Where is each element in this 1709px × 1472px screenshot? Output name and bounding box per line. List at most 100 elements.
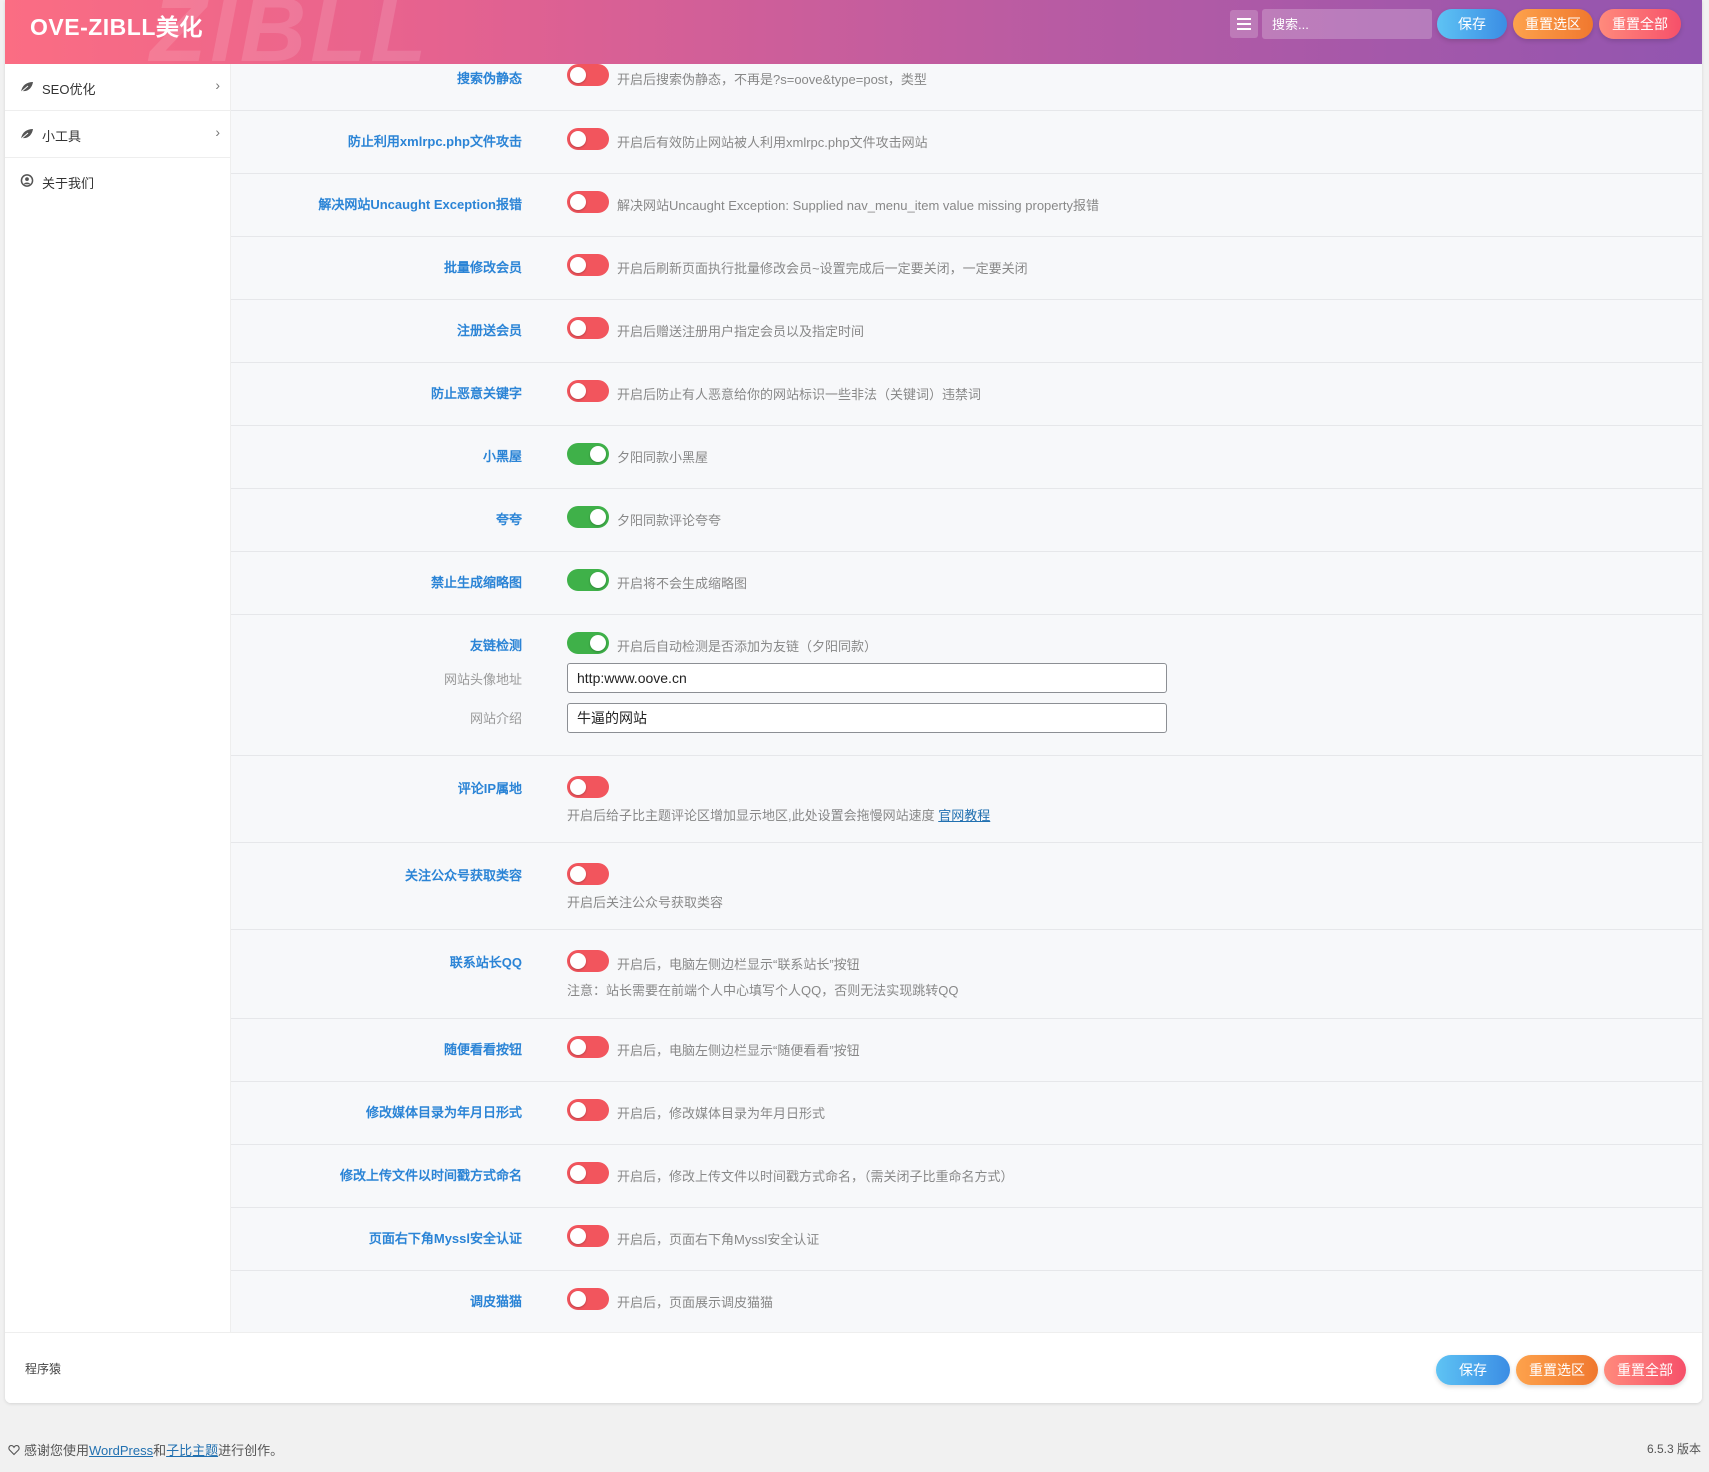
options-header: ZIBLL OVE-ZIBLL美化 保存 重置选区 重置全部 <box>5 0 1702 81</box>
setting-row-myssl: 页面右下角Myssl安全认证 开启后，页面右下角Myssl安全认证 <box>231 1208 1702 1271</box>
cat-toggle[interactable] <box>567 1288 609 1310</box>
setting-description: 开启后刷新页面执行批量修改会员~设置完成后一定要关闭，一定要关闭 <box>617 261 1028 276</box>
setting-row-friend-link: 友链检测 开启后自动检测是否添加为友链（夕阳同款） 网站头像地址 网站介绍 <box>231 615 1702 756</box>
reset-all-button[interactable]: 重置全部 <box>1599 9 1681 39</box>
setting-row-random-view: 随便看看按钮 开启后，电脑左侧边栏显示“随便看看”按钮 <box>231 1019 1702 1082</box>
footer-reset-all-button[interactable]: 重置全部 <box>1604 1355 1686 1385</box>
setting-row-bad-keywords: 防止恶意关键字 开启后防止有人恶意给你的网站标识一些非法（关键词）违禁词 <box>231 363 1702 426</box>
wp-footer-credit: 感谢您使用WordPress和子比主题进行创作。 <box>8 1440 283 1459</box>
app-title: OVE-ZIBLL美化 <box>30 14 203 40</box>
sidebar-item-label: 关于我们 <box>42 176 95 191</box>
setting-description: 开启后有效防止网站被人利用xmlrpc.php文件攻击网站 <box>617 135 928 150</box>
setting-description: 开启后，修改媒体目录为年月日形式 <box>617 1106 826 1121</box>
sidebar-item-tools[interactable]: 小工具 › <box>5 111 230 158</box>
setting-row-contact-qq: 联系站长QQ 开启后，电脑左侧边栏显示“联系站长”按钮 注意：站长需要在前端个人… <box>231 930 1702 1019</box>
setting-row-blackroom: 小黑屋 夕阳同款小黑屋 <box>231 426 1702 489</box>
setting-label: 防止恶意关键字 <box>430 386 522 401</box>
setting-label: 注册送会员 <box>456 323 522 338</box>
setting-note: 注意：站长需要在前端个人中心填写个人QQ，否则无法实现跳转QQ <box>567 983 959 998</box>
setting-description: 开启后，电脑左侧边栏显示“随便看看”按钮 <box>617 1043 860 1058</box>
setting-row-comment-ip: 评论IP属地 开启后给子比主题评论区增加显示地区,此处设置会拖慢网站速度 官网教… <box>231 756 1702 843</box>
options-footer: 程序猿 保存 重置选区 重置全部 <box>5 1332 1702 1403</box>
setting-row-batch-member: 批量修改会员 开启后刷新页面执行批量修改会员~设置完成后一定要关闭，一定要关闭 <box>231 237 1702 300</box>
save-button[interactable]: 保存 <box>1437 9 1507 39</box>
setting-label: 评论IP属地 <box>457 781 522 796</box>
settings-content: 搜索伪静态 开启后搜索伪静态，不再是?s=oove&type=post，类型 防… <box>231 64 1702 1332</box>
bad-keywords-toggle[interactable] <box>567 380 609 402</box>
uncaught-toggle[interactable] <box>567 191 609 213</box>
setting-label: 批量修改会员 <box>443 260 522 275</box>
setting-row-kuakua: 夸夸 夕阳同款评论夸夸 <box>231 489 1702 552</box>
wordpress-link[interactable]: WordPress <box>89 1443 153 1458</box>
leaf-icon <box>20 82 33 93</box>
sidebar-item-seo[interactable]: SEO优化 › <box>5 64 230 111</box>
options-panel: ZIBLL OVE-ZIBLL美化 保存 重置选区 重置全部 SEO优化 › 小… <box>5 0 1702 1403</box>
search-input[interactable] <box>1262 9 1432 39</box>
setting-label: 小黑屋 <box>482 449 522 464</box>
blackroom-toggle[interactable] <box>567 443 609 465</box>
setting-row-search-static: 搜索伪静态 开启后搜索伪静态，不再是?s=oove&type=post，类型 <box>231 64 1702 111</box>
setting-row-xmlrpc: 防止利用xmlrpc.php文件攻击 开启后有效防止网站被人利用xmlrpc.p… <box>231 111 1702 174</box>
setting-description: 开启后自动检测是否添加为友链（夕阳同款） <box>617 639 878 654</box>
avatar-url-field[interactable] <box>567 663 1167 693</box>
myssl-toggle[interactable] <box>567 1225 609 1247</box>
setting-label: 修改媒体目录为年月日形式 <box>365 1105 522 1120</box>
xmlrpc-toggle[interactable] <box>567 128 609 150</box>
setting-description: 开启后，修改上传文件以时间戳方式命名，（需关闭子比重命名方式） <box>617 1169 1014 1184</box>
random-view-toggle[interactable] <box>567 1036 609 1058</box>
comment-ip-toggle[interactable] <box>567 776 609 798</box>
setting-label: 禁止生成缩略图 <box>430 575 522 590</box>
contact-qq-toggle[interactable] <box>567 950 609 972</box>
setting-description: 开启后，电脑左侧边栏显示“联系站长”按钮 <box>617 957 860 972</box>
setting-description: 开启将不会生成缩略图 <box>617 576 748 591</box>
friend-link-toggle[interactable] <box>567 632 609 654</box>
setting-label: 友链检测 <box>469 638 522 653</box>
chevron-right-icon: › <box>215 77 220 93</box>
register-member-toggle[interactable] <box>567 317 609 339</box>
kuakua-toggle[interactable] <box>567 506 609 528</box>
upload-timestamp-toggle[interactable] <box>567 1162 609 1184</box>
setting-description: 夕阳同款小黑屋 <box>617 450 709 465</box>
setting-row-uncaught: 解决网站Uncaught Exception报错 解决网站Uncaught Ex… <box>231 174 1702 237</box>
setting-row-no-thumb: 禁止生成缩略图 开启将不会生成缩略图 <box>231 552 1702 615</box>
site-intro-field[interactable] <box>567 703 1167 733</box>
batch-member-toggle[interactable] <box>567 254 609 276</box>
media-dir-toggle[interactable] <box>567 1099 609 1121</box>
wechat-follow-toggle[interactable] <box>567 863 609 885</box>
setting-label: 修改上传文件以时间戳方式命名 <box>339 1168 522 1183</box>
sidebar-item-label: SEO优化 <box>42 82 96 97</box>
chevron-right-icon: › <box>215 124 220 140</box>
sidebar-item-about[interactable]: 关于我们 <box>5 158 230 204</box>
setting-label: 搜索伪静态 <box>456 71 522 86</box>
setting-label: 夸夸 <box>495 512 522 527</box>
expand-all-button[interactable] <box>1230 10 1258 38</box>
avatar-url-label: 网站头像地址 <box>443 672 522 687</box>
footer-brand: 程序猿 <box>25 1362 62 1376</box>
setting-row-register-member: 注册送会员 开启后赠送注册用户指定会员以及指定时间 <box>231 300 1702 363</box>
site-intro-label: 网站介绍 <box>469 711 522 726</box>
heart-icon <box>8 1444 20 1456</box>
tutorial-link[interactable]: 官网教程 <box>938 808 990 823</box>
setting-label: 页面右下角Myssl安全认证 <box>368 1231 522 1246</box>
footer-save-button[interactable]: 保存 <box>1436 1355 1510 1385</box>
sidebar-nav: SEO优化 › 小工具 › 关于我们 <box>5 64 231 1332</box>
no-thumb-toggle[interactable] <box>567 569 609 591</box>
setting-description: 解决网站Uncaught Exception: Supplied nav_men… <box>617 198 1099 213</box>
leaf-icon <box>20 129 33 140</box>
setting-row-cat: 调皮猫猫 开启后，页面展示调皮猫猫 <box>231 1271 1702 1333</box>
setting-description: 开启后关注公众号获取类容 <box>567 895 724 910</box>
reset-section-button[interactable]: 重置选区 <box>1513 9 1593 39</box>
setting-description: 开启后搜索伪静态，不再是?s=oove&type=post，类型 <box>617 72 927 87</box>
setting-label: 调皮猫猫 <box>469 1294 522 1309</box>
theme-link[interactable]: 子比主题 <box>166 1443 218 1458</box>
wp-version: 6.5.3 版本 <box>1646 1442 1701 1456</box>
setting-row-upload-timestamp: 修改上传文件以时间戳方式命名 开启后，修改上传文件以时间戳方式命名，（需关闭子比… <box>231 1145 1702 1208</box>
setting-description: 开启后，页面展示调皮猫猫 <box>617 1295 774 1310</box>
footer-reset-section-button[interactable]: 重置选区 <box>1516 1355 1598 1385</box>
setting-description: 夕阳同款评论夸夸 <box>617 513 722 528</box>
sidebar-item-label: 小工具 <box>42 129 82 144</box>
search-static-toggle[interactable] <box>567 64 609 86</box>
user-circle-icon <box>20 174 34 187</box>
setting-label: 解决网站Uncaught Exception报错 <box>318 197 522 212</box>
list-icon <box>1237 18 1251 30</box>
